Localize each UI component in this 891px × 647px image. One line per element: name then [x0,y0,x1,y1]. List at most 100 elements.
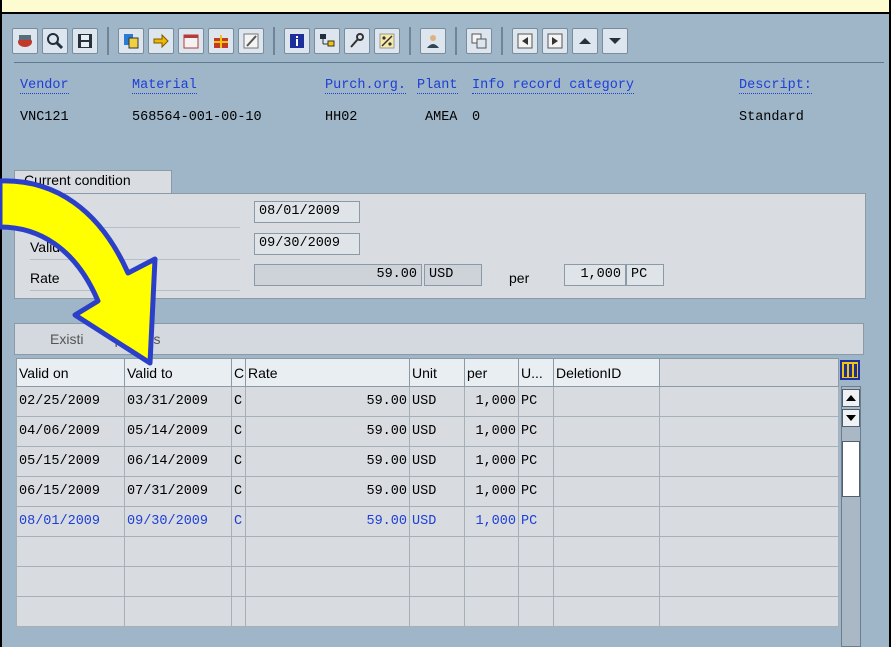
save-icon[interactable] [72,28,98,54]
uom-cell: PC [518,446,554,477]
table-row[interactable] [16,536,839,567]
c-cell [231,536,246,567]
table-row[interactable] [16,566,839,597]
transfer-icon[interactable] [466,28,492,54]
hierarchy-icon[interactable] [314,28,340,54]
per-cell: 1,000 [464,446,519,477]
valid-from-field[interactable]: 08/01/2009 [254,201,360,223]
column-per[interactable]: per [464,358,519,387]
key-icon[interactable] [344,28,370,54]
description-label: Descript: [739,78,812,94]
uom-cell [518,596,554,627]
column-rate[interactable]: Rate [245,358,410,387]
copy-icon[interactable] [118,28,144,54]
c-cell: C [231,416,246,447]
table-row[interactable]: 06/15/2009 07/31/2009 C 59.00 USD 1,000 … [16,476,839,507]
rate-cell: 59.00 [245,386,410,417]
rate-cell [245,536,410,567]
valid-to-field[interactable]: 09/30/2009 [254,233,360,255]
user-icon[interactable] [420,28,446,54]
valid-to-cell [124,566,232,597]
uom-cell: PC [518,476,554,507]
percent-icon[interactable] [374,28,400,54]
valid-from-label: Va [30,208,47,224]
currency-field[interactable]: USD [424,264,482,286]
c-cell: C [231,386,246,417]
valid-on-cell: 06/15/2009 [16,476,125,507]
table-row-selected[interactable]: 08/01/2009 09/30/2009 C 59.00 USD 1,000 … [16,506,839,537]
column-deletion-id[interactable]: DeletionID [553,358,660,387]
valid-to-cell [124,596,232,627]
scroll-thumb[interactable] [842,441,860,497]
blank-cell [659,536,839,567]
scroll-down-button[interactable] [842,409,860,427]
deletion-id-cell [553,476,660,507]
scroll-up-button[interactable] [842,389,860,407]
valid-on-cell: 08/01/2009 [16,506,125,537]
per-cell [464,536,519,567]
valid-to-cell: 05/14/2009 [124,416,232,447]
column-valid-on[interactable]: Valid on [16,358,125,387]
scroll-up-icon [846,395,856,401]
blank-cell [659,506,839,537]
c-cell: C [231,446,246,477]
unit-cell: USD [409,506,465,537]
gift-icon[interactable] [208,28,234,54]
deletion-id-cell [553,446,660,477]
info-icon[interactable] [284,28,310,54]
unit-cell [409,566,465,597]
column-valid-to[interactable]: Valid to [124,358,232,387]
goto-icon[interactable] [148,28,174,54]
toolbar-separator [273,27,275,55]
calendar-icon[interactable] [178,28,204,54]
table-row[interactable]: 05/15/2009 06/14/2009 C 59.00 USD 1,000 … [16,446,839,477]
last-page-icon[interactable] [542,28,568,54]
column-unit[interactable]: Unit [409,358,465,387]
down-icon[interactable] [602,28,628,54]
edit-icon[interactable] [238,28,264,54]
per-cell [464,596,519,627]
plant-label: Plant [417,78,458,94]
column-settings-icon[interactable] [840,360,860,380]
rate-cell: 59.00 [245,506,410,537]
purch-org-value: HH02 [325,110,358,125]
column-c[interactable]: C [231,358,246,387]
application-toolbar [12,24,628,58]
deletion-id-cell [553,506,660,537]
table-row[interactable] [16,596,839,627]
table-row[interactable]: 04/06/2009 05/14/2009 C 59.00 USD 1,000 … [16,416,839,447]
unit-cell [409,596,465,627]
deletion-id-cell [553,566,660,597]
info-record-category-label: Info record category [472,78,635,94]
label-underline [30,227,240,228]
c-cell: C [231,476,246,507]
per-cell: 1,000 [464,506,519,537]
valid-on-cell: 04/06/2009 [16,416,125,447]
unit-cell: USD [409,446,465,477]
per-cell: 1,000 [464,386,519,417]
material-value: 568564-001-00-10 [132,110,262,125]
rate-cell [245,566,410,597]
display-icon[interactable] [12,28,38,54]
uom-field[interactable]: PC [626,264,664,286]
valid-to-cell: 03/31/2009 [124,386,232,417]
label-underline [30,259,240,260]
column-uom[interactable]: U... [518,358,554,387]
rate-label: Rate [30,270,60,286]
rate-cell: 59.00 [245,416,410,447]
find-icon[interactable] [42,28,68,54]
up-icon[interactable] [572,28,598,54]
rate-field[interactable]: 59.00 [254,264,422,286]
unit-cell: USD [409,416,465,447]
first-page-icon[interactable] [512,28,538,54]
c-cell [231,596,246,627]
material-label: Material [132,78,197,94]
uom-cell: PC [518,506,554,537]
blank-cell [659,566,839,597]
table-scrollbar[interactable] [841,386,861,647]
valid-on-cell [16,596,125,627]
per-quantity-field[interactable]: 1,000 [564,264,626,286]
scroll-down-icon [846,415,856,421]
table-row[interactable]: 02/25/2009 03/31/2009 C 59.00 USD 1,000 … [16,386,839,417]
per-cell: 1,000 [464,416,519,447]
